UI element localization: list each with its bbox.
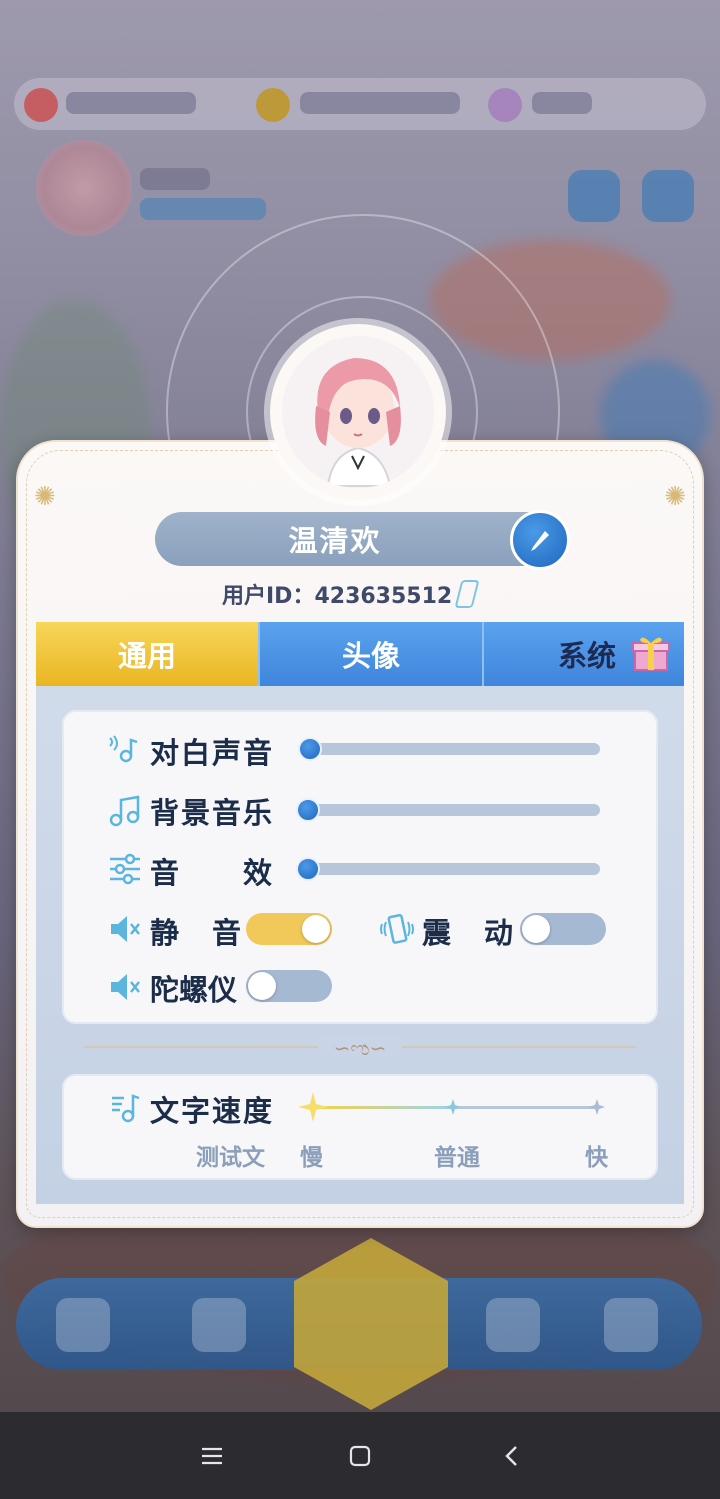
user-id-value: 423635512	[314, 584, 453, 609]
speed-tick-icon	[445, 1099, 461, 1115]
menu-icon[interactable]	[192, 1436, 232, 1476]
back-icon[interactable]	[492, 1436, 532, 1476]
dialogue-volume-slider[interactable]	[300, 743, 600, 755]
bgm-volume-handle[interactable]	[296, 798, 320, 822]
username-display: 温清欢	[155, 512, 555, 566]
star-ornament-icon: ✺	[664, 482, 686, 512]
avatar[interactable]	[282, 336, 434, 488]
sfx-volume-handle[interactable]	[296, 857, 320, 881]
tab-system[interactable]: 系统	[482, 622, 684, 686]
text-speed-icon	[112, 1094, 140, 1123]
toggle-knob	[522, 915, 550, 943]
bgm-volume-label: 背景音乐	[150, 796, 275, 830]
text-speed-preview: 测试文	[196, 1145, 265, 1171]
tab-label: 通用	[117, 639, 176, 673]
toggle-knob	[248, 972, 276, 1000]
tab-label: 系统	[557, 639, 616, 673]
speaker-mute-icon	[111, 974, 140, 1000]
edit-name-button[interactable]	[510, 510, 570, 570]
settings-tabs: 通用 头像 系统	[36, 622, 684, 686]
tab-label: 头像	[341, 639, 400, 673]
gyroscope-label: 陀螺仪	[150, 973, 238, 1007]
tab-avatar[interactable]: 头像	[258, 622, 482, 686]
toggle-knob	[302, 915, 330, 943]
text-speed-handle[interactable]	[296, 1090, 330, 1124]
mute-toggle[interactable]	[246, 913, 332, 945]
text-speed-fill	[312, 1106, 452, 1109]
speed-option-normal[interactable]: 普通	[434, 1138, 480, 1172]
sfx-volume-label: 音 效	[150, 856, 275, 890]
speed-option-fast[interactable]: 快	[585, 1138, 608, 1172]
bgm-volume-slider[interactable]	[300, 804, 600, 816]
tab-general[interactable]: 通用	[36, 622, 258, 686]
dialogue-volume-handle[interactable]	[298, 737, 322, 761]
music-note-icon	[109, 795, 140, 827]
vibration-icon	[380, 913, 414, 944]
home-icon[interactable]	[340, 1436, 380, 1476]
star-ornament-icon: ✺	[34, 482, 56, 512]
dialogue-sound-icon	[109, 735, 138, 763]
speed-option-slow[interactable]: 慢	[300, 1138, 323, 1172]
speed-tick-icon	[589, 1099, 605, 1115]
mute-label: 静 音	[150, 916, 244, 950]
user-id-label: 用户ID：	[222, 584, 315, 609]
gift-icon	[632, 637, 670, 671]
vibration-label: 震 动	[422, 916, 516, 950]
dialogue-volume-label: 对白声音	[150, 736, 275, 770]
sfx-volume-slider[interactable]	[300, 863, 600, 875]
pencil-icon	[531, 531, 549, 551]
divider-ornament-icon: ∽ಌ∽	[318, 1036, 402, 1060]
gyroscope-toggle[interactable]	[246, 970, 332, 1002]
speaker-mute-icon	[111, 916, 140, 942]
equalizer-icon	[110, 853, 140, 885]
vibration-toggle[interactable]	[520, 913, 606, 945]
user-id: 用户ID：423635512	[222, 578, 452, 610]
text-speed-label: 文字速度	[150, 1094, 275, 1128]
